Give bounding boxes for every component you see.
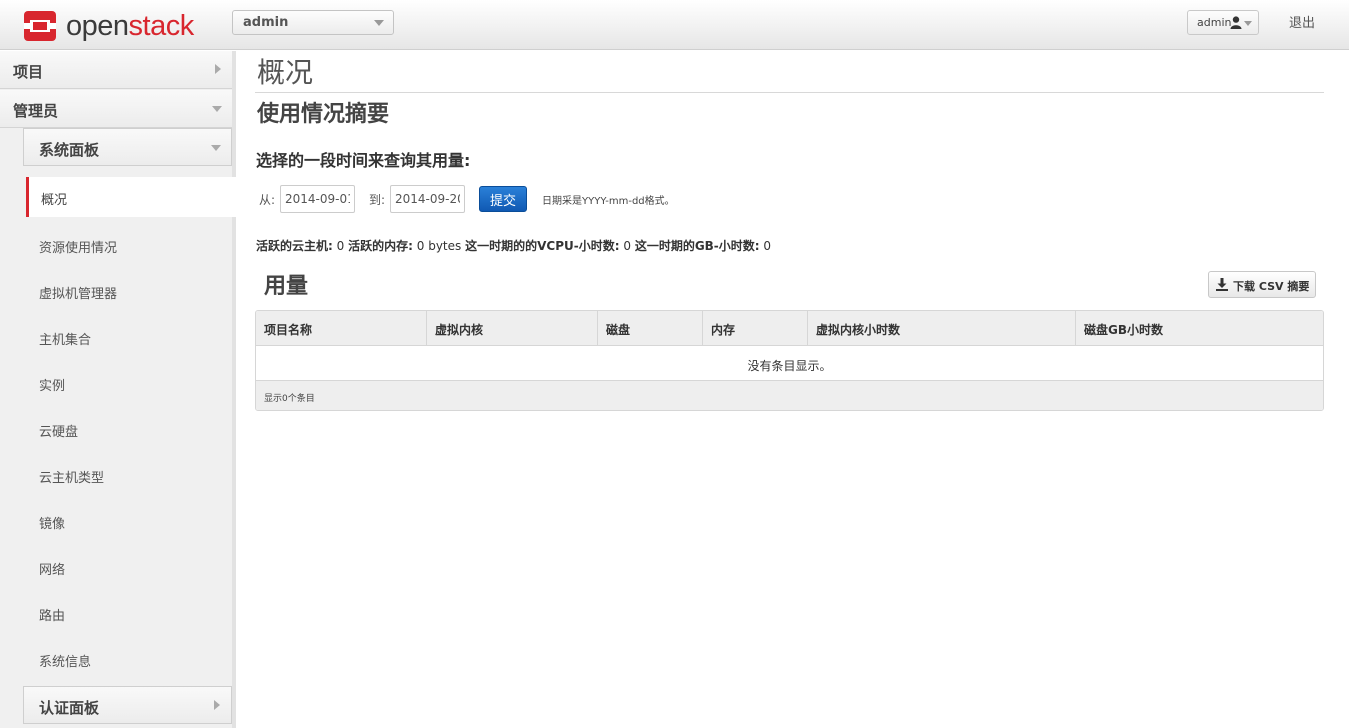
usage-stats: 活跃的云主机: 0 活跃的内存: 0 bytes 这一时期的的VCPU-小时数:… [256, 237, 771, 254]
sidebar-panel-system[interactable]: 系统面板 [23, 128, 232, 166]
table-header: 项目名称 虚拟内核 磁盘 内存 虚拟内核小时数 磁盘GB小时数 [256, 311, 1323, 346]
openstack-logo[interactable]: openstack [22, 9, 194, 43]
user-menu-button[interactable]: admin [1187, 10, 1259, 35]
sidebar-item-volumes[interactable]: 云硬盘 [26, 409, 236, 449]
openstack-cube-icon [22, 9, 58, 43]
sidebar-panel-identity[interactable]: 认证面板 [23, 686, 232, 724]
sidebar-item-routers[interactable]: 路由 [26, 593, 236, 633]
sidebar-section-label: 管理员 [13, 102, 59, 120]
to-label: 到: [369, 193, 386, 207]
sidebar-section-admin[interactable]: 管理员 [0, 90, 232, 128]
sidebar-item-host-aggregates[interactable]: 主机集合 [26, 317, 236, 357]
table-footer-count: 显示0个条目 [256, 381, 1323, 410]
chevron-down-icon [212, 106, 222, 112]
sidebar-section-label: 项目 [13, 63, 44, 81]
to-date-input[interactable] [390, 185, 465, 213]
gb-hours-label: 这一时期的GB-小时数: [634, 239, 760, 253]
table-empty-message: 没有条目显示。 [256, 347, 1323, 381]
sidebar-panel-label: 系统面板 [39, 141, 100, 159]
project-selector-label: admin [243, 15, 289, 30]
submit-button[interactable]: 提交 [479, 186, 527, 212]
query-period-label: 选择的一段时间来查询其用量: [256, 151, 471, 170]
chevron-right-icon [215, 64, 221, 74]
active-memory-label: 活跃的内存: [348, 239, 413, 253]
from-label: 从: [259, 193, 276, 207]
title-divider [255, 92, 1324, 93]
user-icon [1230, 16, 1242, 32]
column-header-project-name[interactable]: 项目名称 [256, 311, 427, 346]
sidebar-item-networks[interactable]: 网络 [26, 547, 236, 587]
chevron-right-icon [214, 700, 220, 710]
page-title: 概况 [257, 56, 314, 89]
column-header-memory[interactable]: 内存 [703, 311, 808, 346]
active-instances-label: 活跃的云主机: [256, 239, 333, 253]
user-menu-label: admin [1197, 16, 1232, 29]
column-header-disk[interactable]: 磁盘 [598, 311, 703, 346]
column-header-disk-gb-hours[interactable]: 磁盘GB小时数 [1076, 311, 1323, 346]
sidebar: 项目 管理员 系统面板 概况 资源使用情况 虚拟机管理器 主机集合 实例 云硬盘… [0, 51, 236, 728]
chevron-down-icon [374, 20, 384, 26]
logout-link[interactable]: 退出 [1289, 12, 1315, 31]
sidebar-item-system-info[interactable]: 系统信息 [26, 639, 236, 679]
from-date-input[interactable] [280, 185, 355, 213]
sidebar-item-flavors[interactable]: 云主机类型 [26, 455, 236, 495]
column-header-vcpu-hours[interactable]: 虚拟内核小时数 [808, 311, 1076, 346]
usage-table: 项目名称 虚拟内核 磁盘 内存 虚拟内核小时数 磁盘GB小时数 没有条目显示。 … [255, 310, 1324, 411]
gb-hours-value: 0 [763, 239, 772, 253]
sidebar-item-resource-usage[interactable]: 资源使用情况 [26, 225, 236, 265]
sidebar-item-instances[interactable]: 实例 [26, 363, 236, 403]
sidebar-section-project[interactable]: 项目 [0, 51, 232, 89]
sidebar-item-hypervisors[interactable]: 虚拟机管理器 [26, 271, 236, 311]
active-instances-value: 0 [336, 239, 345, 253]
download-icon [1216, 278, 1228, 294]
logo-wordmark: openstack [66, 9, 194, 42]
vcpu-hours-value: 0 [623, 239, 631, 253]
top-navbar: openstack admin admin 退出 [0, 0, 1349, 50]
chevron-down-icon [211, 145, 221, 151]
column-header-vcpus[interactable]: 虚拟内核 [427, 311, 598, 346]
sidebar-item-overview[interactable]: 概况 [26, 177, 236, 217]
date-format-hint: 日期采是YYYY-mm-dd格式。 [542, 196, 675, 207]
sidebar-item-images[interactable]: 镜像 [26, 501, 236, 541]
chevron-down-icon [1244, 21, 1252, 26]
project-selector[interactable]: admin [232, 10, 394, 35]
download-csv-button[interactable]: 下载 CSV 摘要 [1208, 271, 1316, 298]
vcpu-hours-label: 这一时期的的VCPU-小时数: [465, 239, 620, 253]
sidebar-panel-label: 认证面板 [39, 699, 100, 717]
usage-heading: 用量 [264, 274, 309, 299]
active-memory-value: 0 bytes [416, 239, 462, 253]
download-csv-label: 下载 CSV 摘要 [1233, 280, 1310, 293]
usage-summary-heading: 使用情况摘要 [257, 102, 390, 127]
